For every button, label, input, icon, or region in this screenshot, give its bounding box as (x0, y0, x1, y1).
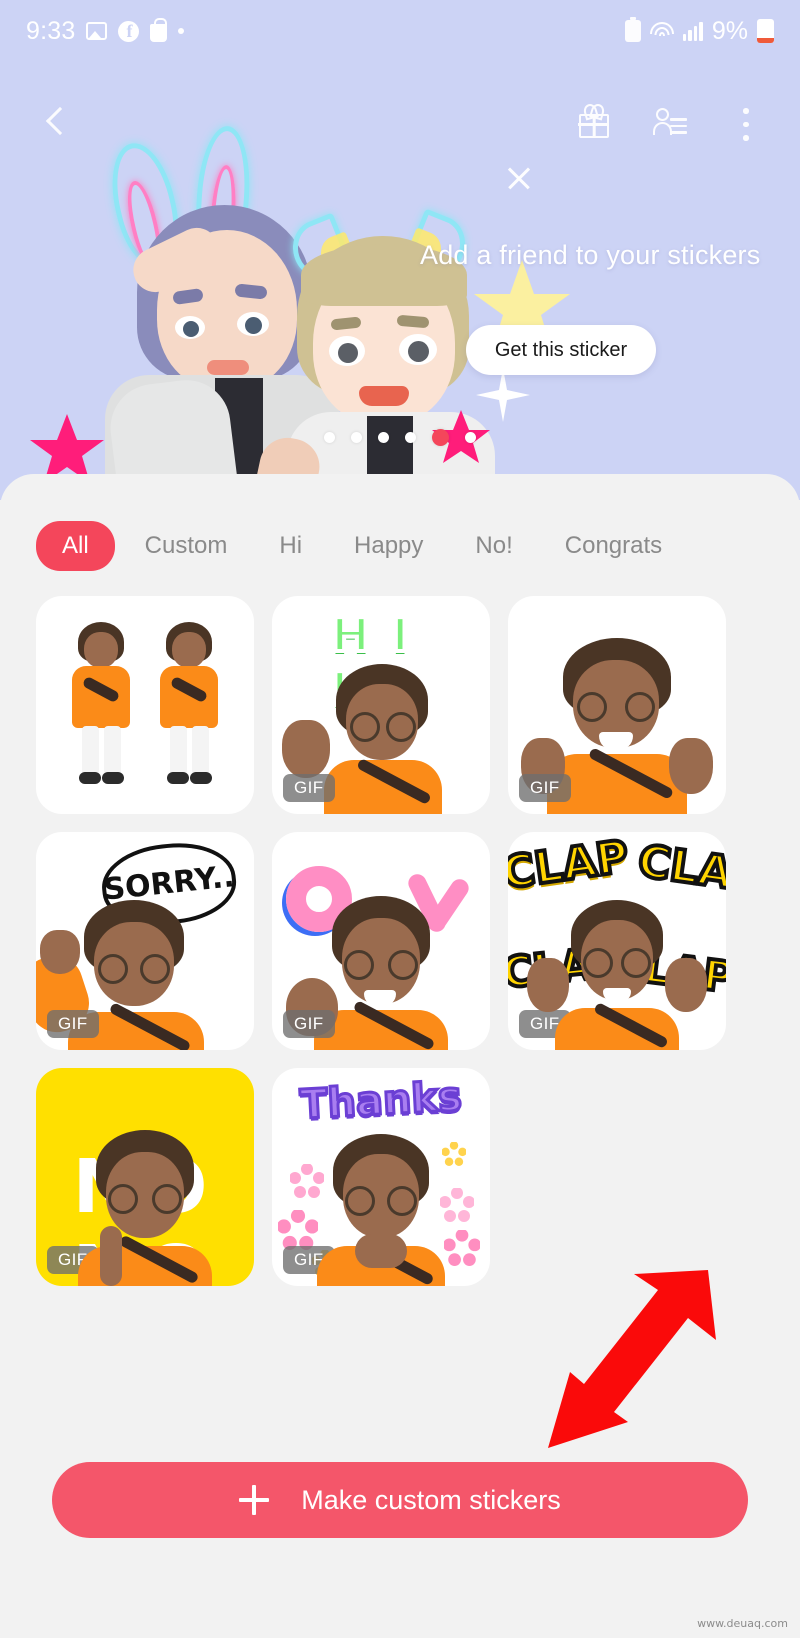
battery-percent: 9% (711, 16, 748, 45)
sticker-tile-no-no[interactable]: NO NO GIF (36, 1068, 254, 1286)
hero-navbar (0, 86, 800, 158)
status-bar: 9:33 9% (0, 0, 800, 62)
pagination-dot[interactable] (378, 432, 389, 443)
signal-icon (682, 21, 703, 41)
sticker-word-clap: CLAP (508, 832, 634, 901)
back-button[interactable] (34, 102, 74, 142)
make-custom-stickers-label: Make custom stickers (301, 1484, 561, 1515)
tab-custom[interactable]: Custom (123, 521, 250, 571)
tab-congrats[interactable]: Congrats (543, 521, 684, 571)
get-sticker-button[interactable]: Get this sticker (466, 325, 656, 375)
sticker-tile-clap[interactable]: CLAP CLA CLA LAP GIF (508, 832, 726, 1050)
sticker-tile-hi-wave[interactable]: HI HI GIF (272, 596, 490, 814)
watermark: www.deuaq.com (697, 1617, 788, 1630)
hero-title: Add a friend to your stickers (420, 240, 761, 270)
battery-saver-icon (624, 17, 641, 42)
pagination-dot[interactable] (465, 432, 476, 443)
flower-icon (278, 1210, 318, 1250)
status-right: 9% (624, 16, 774, 46)
gif-badge: GIF (283, 1010, 335, 1038)
category-tabs: All Custom Hi Happy No! Congrats (0, 515, 800, 577)
pagination-dot-active[interactable] (432, 429, 449, 446)
kebab-menu-icon[interactable] (726, 102, 766, 142)
status-left: 9:33 (26, 16, 185, 46)
photos-icon (86, 22, 108, 40)
sticker-tile-full-body-pair[interactable] (36, 596, 254, 814)
pagination-dot[interactable] (351, 432, 362, 443)
pagination-dot[interactable] (405, 432, 416, 443)
gif-badge: GIF (283, 774, 335, 802)
tab-happy[interactable]: Happy (332, 521, 445, 571)
sparkle-icon (476, 368, 530, 422)
status-clock: 9:33 (26, 16, 76, 45)
tab-hi[interactable]: Hi (257, 521, 324, 571)
pagination-dot[interactable] (324, 432, 335, 443)
make-custom-stickers-button[interactable]: Make custom stickers (52, 1462, 748, 1538)
gif-badge: GIF (47, 1010, 99, 1038)
sticker-grid: HI HI GIF (36, 596, 766, 1286)
wifi-icon (649, 21, 674, 41)
sticker-word-thanks: Thanks (298, 1072, 465, 1129)
tab-no[interactable]: No! (453, 521, 534, 571)
sticker-tile-thanks[interactable]: Thanks GIF (272, 1068, 490, 1286)
carousel-pagination (0, 429, 800, 446)
app-root: Add a friend to your stickers Get this s… (0, 0, 800, 1638)
sticker-tile-ok[interactable]: GIF (272, 832, 490, 1050)
sticker-tile-sorry[interactable]: SORRY.. GIF (36, 832, 254, 1050)
hero-actions (574, 102, 766, 142)
shopping-bag-icon (150, 17, 168, 42)
gif-badge: GIF (519, 774, 571, 802)
tab-all[interactable]: All (36, 521, 115, 571)
sticker-tile-thumbs-up[interactable]: GIF (508, 596, 726, 814)
battery-icon (757, 19, 774, 43)
facebook-icon (118, 20, 140, 42)
dot-indicator-icon (178, 28, 185, 34)
gift-icon[interactable] (574, 102, 614, 142)
contacts-icon[interactable] (650, 102, 690, 142)
flower-icon (444, 1230, 480, 1266)
close-icon[interactable] (503, 162, 535, 194)
plus-icon (239, 1485, 270, 1515)
hero-banner: Add a friend to your stickers Get this s… (0, 0, 800, 500)
